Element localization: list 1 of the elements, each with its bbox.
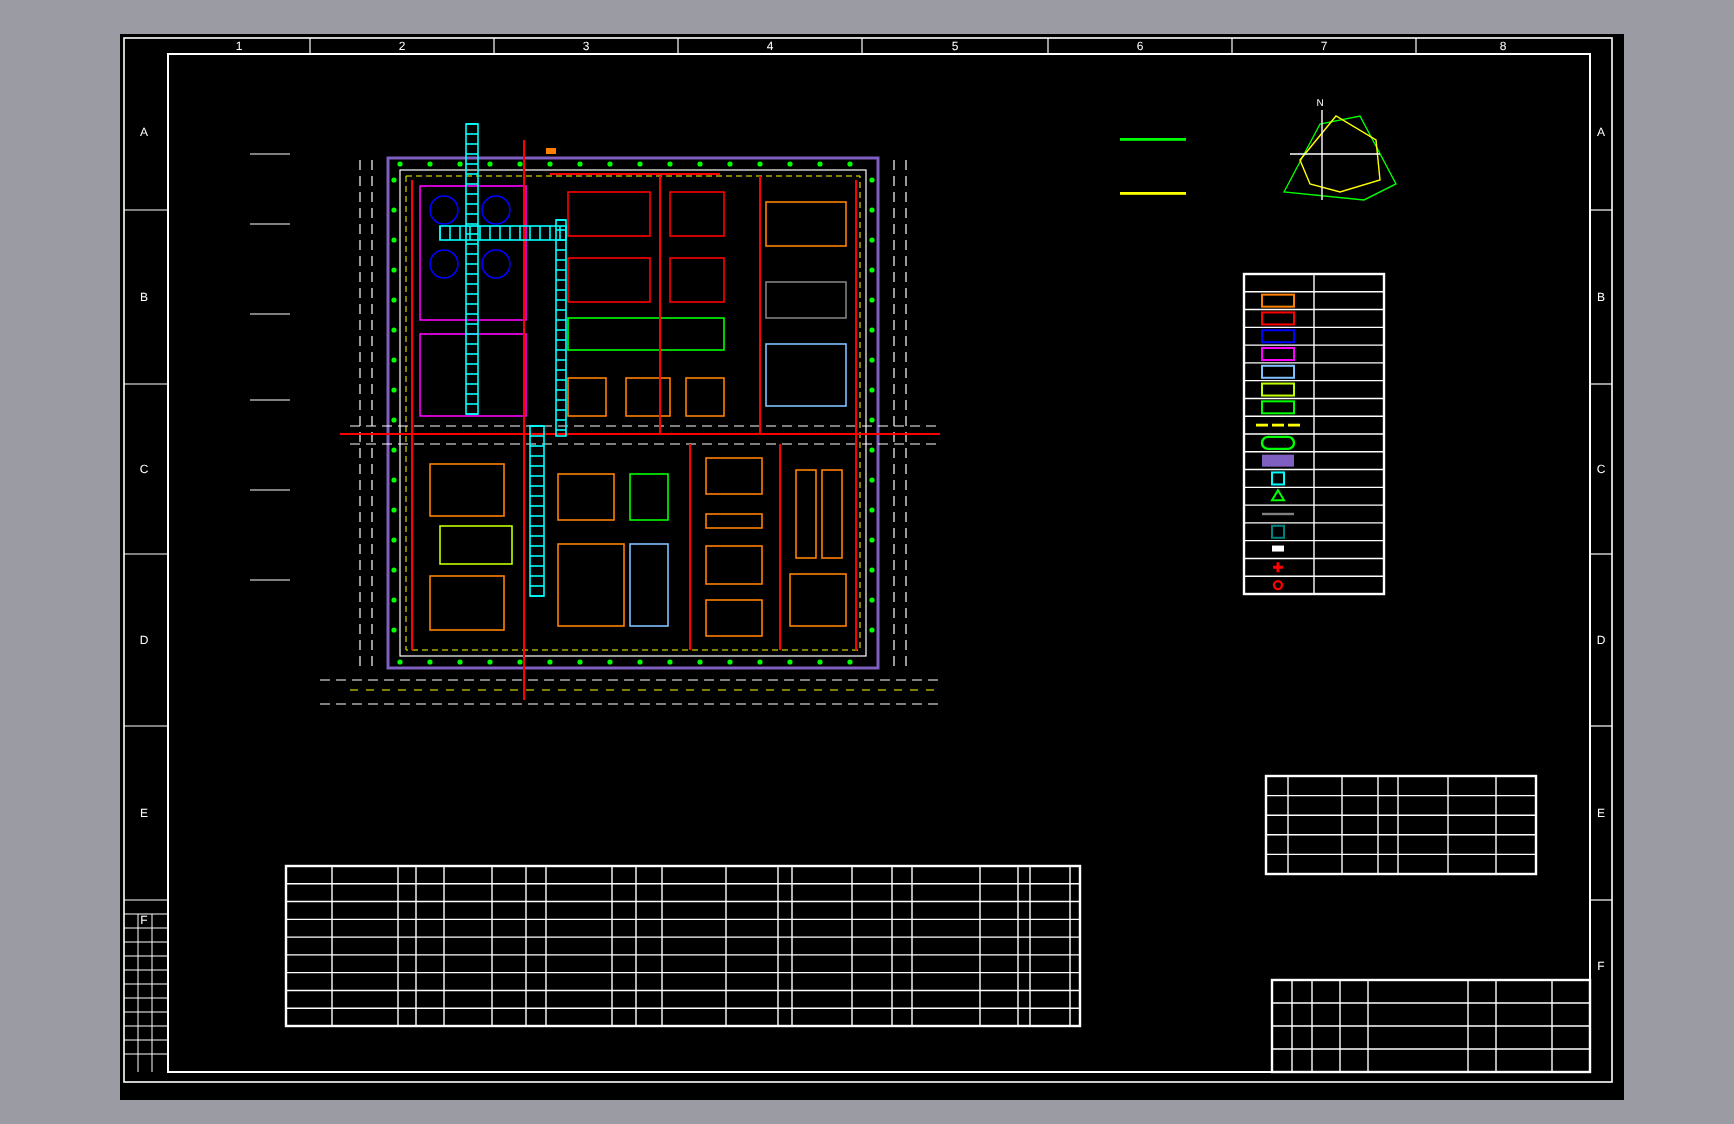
wind-rose-drawing xyxy=(1282,109,1397,201)
